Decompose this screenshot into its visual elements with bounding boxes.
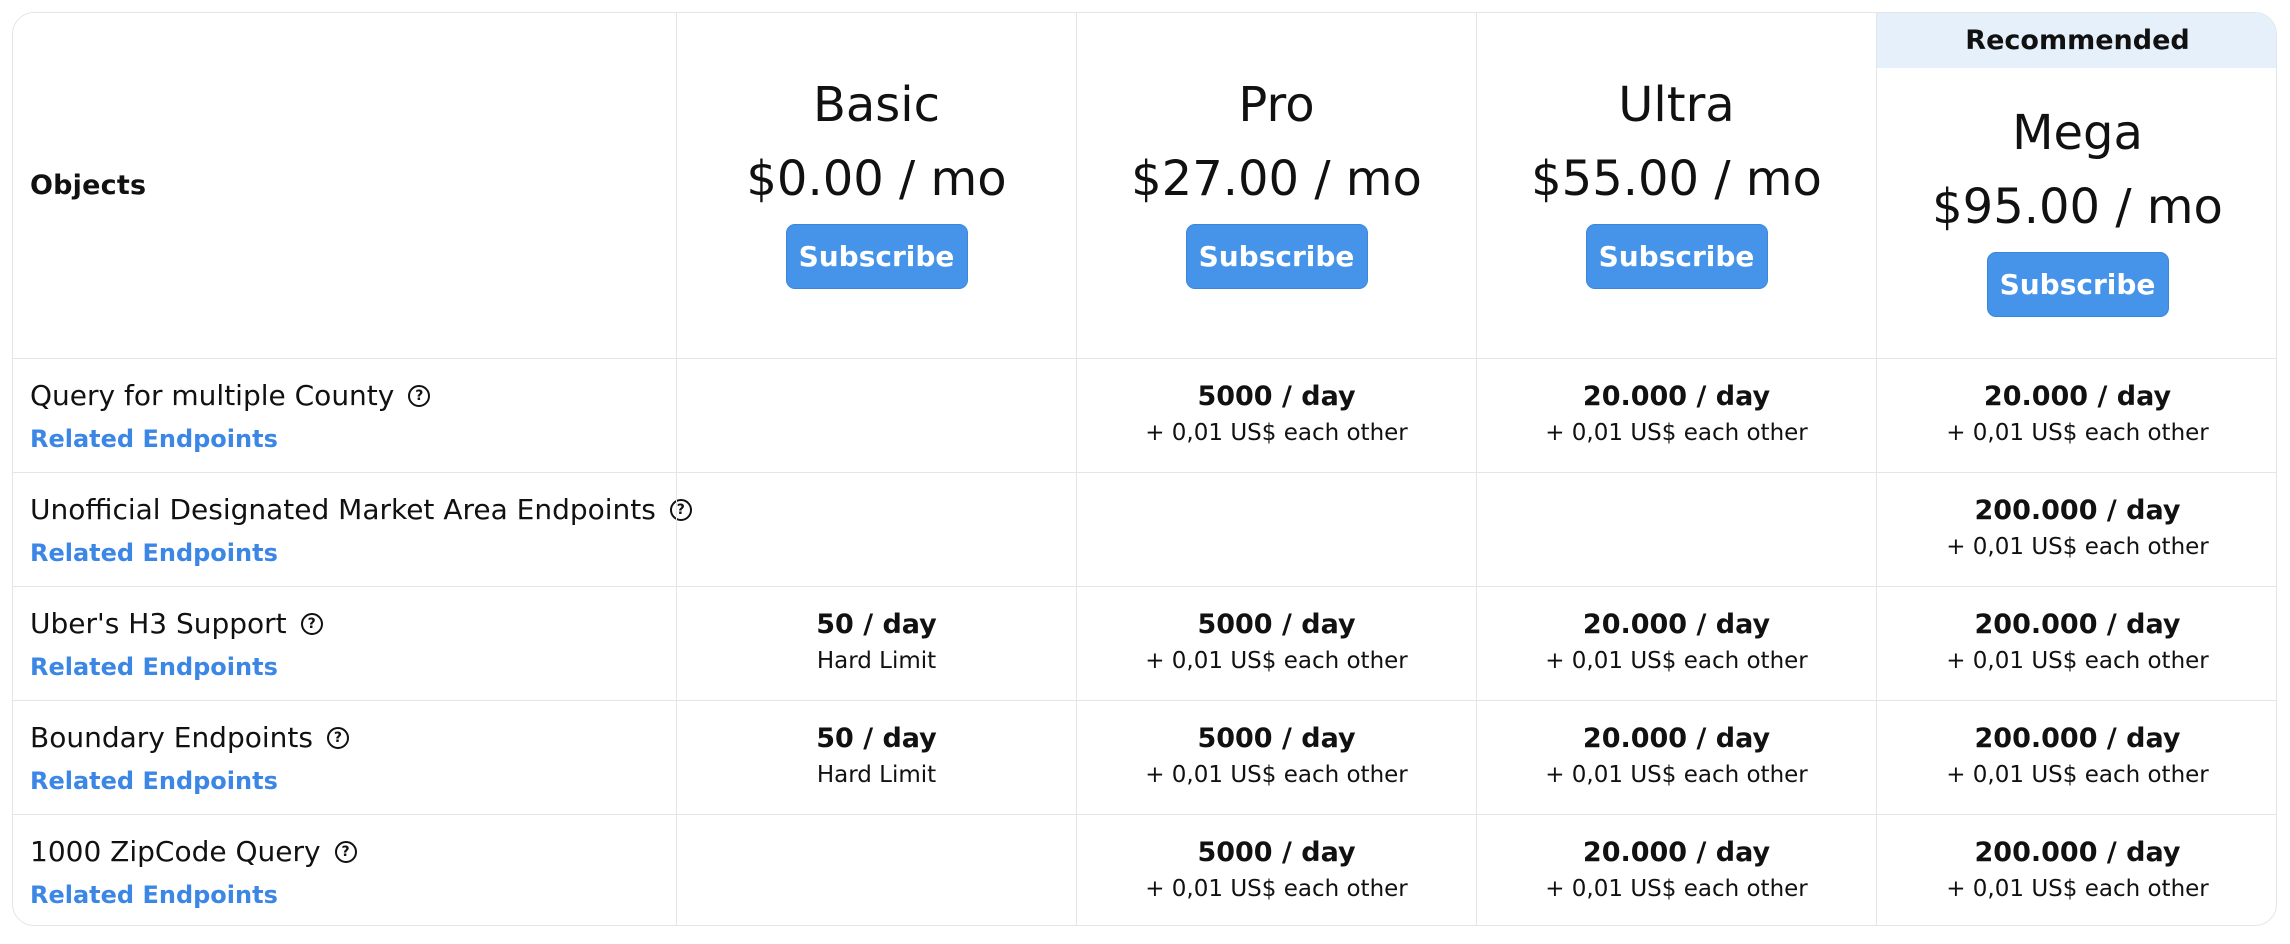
related-endpoints-link[interactable]: Related Endpoints xyxy=(30,539,278,567)
subscribe-ultra-button[interactable]: Subscribe xyxy=(1585,223,1768,289)
quota-cell: 20.000 / day + 0,01 US$ each other xyxy=(1476,815,1876,925)
objects-label: Objects xyxy=(30,170,147,201)
quota-overage: + 0,01 US$ each other xyxy=(1946,420,2209,446)
plan-price: $55.00 / mo xyxy=(1531,151,1822,207)
plan-name: Basic xyxy=(812,77,941,133)
quota-cell: 20.000 / day + 0,01 US$ each other xyxy=(1476,587,1876,700)
subscribe-pro-button[interactable]: Subscribe xyxy=(1185,223,1368,289)
plan-price: $0.00 / mo xyxy=(746,151,1007,207)
feature-name-cell: Unofficial Designated Market Area Endpoi… xyxy=(13,473,692,586)
quota-limit: 5000 / day xyxy=(1197,381,1356,412)
quota-overage: + 0,01 US$ each other xyxy=(1946,534,2209,560)
quota-cell: 200.000 / day + 0,01 US$ each other xyxy=(1876,587,2276,700)
feature-title: Uber's H3 Support? xyxy=(30,607,323,640)
quota-overage: + 0,01 US$ each other xyxy=(1545,420,1808,446)
quota-cell: 50 / day Hard Limit xyxy=(676,587,1076,700)
feature-name-cell: 1000 ZipCode Query? Related Endpoints xyxy=(13,815,676,925)
plan-pro: Pro $27.00 / mo Subscribe xyxy=(1076,13,1476,358)
plan-name: Pro xyxy=(1238,77,1315,133)
quota-cell: 200.000 / day + 0,01 US$ each other xyxy=(1876,473,2276,586)
quota-cell: 200.000 / day + 0,01 US$ each other xyxy=(1876,701,2276,814)
quota-overage: + 0,01 US$ each other xyxy=(1145,762,1408,788)
quota-limit: 20.000 / day xyxy=(1582,837,1771,868)
feature-title: Query for multiple County? xyxy=(30,379,431,412)
quota-limit: 200.000 / day xyxy=(1974,837,2181,868)
question-circle-icon[interactable]: ? xyxy=(334,840,357,863)
quota-cell: 20.000 / day + 0,01 US$ each other xyxy=(1476,359,1876,472)
feature-title: Boundary Endpoints? xyxy=(30,721,349,754)
related-endpoints-link[interactable]: Related Endpoints xyxy=(30,767,278,795)
quota-limit: 200.000 / day xyxy=(1974,495,2181,526)
pricing-table: Objects Basic $0.00 / mo Subscribe Pro $… xyxy=(12,12,2277,926)
quota-limit: 5000 / day xyxy=(1197,723,1356,754)
feature-title-text: Unofficial Designated Market Area Endpoi… xyxy=(30,493,656,526)
quota-cell xyxy=(676,473,1076,586)
quota-overage: + 0,01 US$ each other xyxy=(1946,648,2209,674)
subscribe-basic-button[interactable]: Subscribe xyxy=(785,223,968,289)
feature-name-cell: Query for multiple County? Related Endpoi… xyxy=(13,359,676,472)
quota-cell xyxy=(676,815,1076,925)
quota-overage: Hard Limit xyxy=(816,762,937,788)
quota-limit: 5000 / day xyxy=(1197,609,1356,640)
quota-overage: + 0,01 US$ each other xyxy=(1946,876,2209,902)
objects-header-cell: Objects xyxy=(13,13,676,358)
quota-overage: + 0,01 US$ each other xyxy=(1145,420,1408,446)
feature-row: 1000 ZipCode Query? Related Endpoints 5000… xyxy=(13,814,2276,925)
quota-cell: 20.000 / day + 0,01 US$ each other xyxy=(1876,359,2276,472)
quota-cell: 5000 / day + 0,01 US$ each other xyxy=(1076,701,1476,814)
quota-cell: 200.000 / day + 0,01 US$ each other xyxy=(1876,815,2276,925)
feature-row: Unofficial Designated Market Area Endpoi… xyxy=(13,472,2276,586)
feature-title: 1000 ZipCode Query? xyxy=(30,835,357,868)
quota-limit: 200.000 / day xyxy=(1974,609,2181,640)
quota-cell: 50 / day Hard Limit xyxy=(676,701,1076,814)
feature-row: Query for multiple County? Related Endpoi… xyxy=(13,358,2276,472)
quota-cell: 20.000 / day + 0,01 US$ each other xyxy=(1476,701,1876,814)
plan-header-row: Objects Basic $0.00 / mo Subscribe Pro $… xyxy=(13,13,2276,358)
quota-cell: 5000 / day + 0,01 US$ each other xyxy=(1076,815,1476,925)
question-circle-icon[interactable]: ? xyxy=(408,384,431,407)
feature-name-cell: Uber's H3 Support? Related Endpoints xyxy=(13,587,676,700)
plan-mega: Recommended Mega $95.00 / mo Subscribe xyxy=(1876,13,2276,358)
quota-overage: + 0,01 US$ each other xyxy=(1946,762,2209,788)
quota-overage: + 0,01 US$ each other xyxy=(1145,648,1408,674)
feature-name-cell: Boundary Endpoints? Related Endpoints xyxy=(13,701,676,814)
related-endpoints-link[interactable]: Related Endpoints xyxy=(30,653,278,681)
feature-title-text: Boundary Endpoints xyxy=(30,721,313,754)
subscribe-mega-button[interactable]: Subscribe xyxy=(1986,251,2169,317)
quota-limit: 20.000 / day xyxy=(1582,381,1771,412)
quota-cell xyxy=(1076,473,1476,586)
quota-limit: 50 / day xyxy=(816,609,937,640)
related-endpoints-link[interactable]: Related Endpoints xyxy=(30,881,278,909)
quota-limit: 20.000 / day xyxy=(1582,609,1771,640)
question-circle-icon[interactable]: ? xyxy=(326,726,349,749)
quota-limit: 200.000 / day xyxy=(1974,723,2181,754)
plan-price: $95.00 / mo xyxy=(1932,179,2223,235)
feature-row: Boundary Endpoints? Related Endpoints 50 /… xyxy=(13,700,2276,814)
feature-title-text: Uber's H3 Support xyxy=(30,607,287,640)
feature-row: Uber's H3 Support? Related Endpoints 50 / … xyxy=(13,586,2276,700)
quota-cell xyxy=(1476,473,1876,586)
quota-cell xyxy=(676,359,1076,472)
plan-basic: Basic $0.00 / mo Subscribe xyxy=(676,13,1076,358)
plan-ultra: Ultra $55.00 / mo Subscribe xyxy=(1476,13,1876,358)
quota-overage: + 0,01 US$ each other xyxy=(1145,876,1408,902)
plan-name: Mega xyxy=(2012,105,2143,161)
quota-overage: + 0,01 US$ each other xyxy=(1545,762,1808,788)
quota-overage: + 0,01 US$ each other xyxy=(1545,876,1808,902)
quota-overage: + 0,01 US$ each other xyxy=(1545,648,1808,674)
quota-limit: 5000 / day xyxy=(1197,837,1356,868)
quota-cell: 5000 / day + 0,01 US$ each other xyxy=(1076,359,1476,472)
feature-title: Unofficial Designated Market Area Endpoi… xyxy=(30,493,692,526)
plan-name: Ultra xyxy=(1618,77,1735,133)
related-endpoints-link[interactable]: Related Endpoints xyxy=(30,425,278,453)
quota-limit: 20.000 / day xyxy=(1983,381,2172,412)
feature-title-text: Query for multiple County xyxy=(30,379,395,412)
question-circle-icon[interactable]: ? xyxy=(300,612,323,635)
quota-cell: 5000 / day + 0,01 US$ each other xyxy=(1076,587,1476,700)
feature-title-text: 1000 ZipCode Query xyxy=(30,835,321,868)
quota-limit: 50 / day xyxy=(816,723,937,754)
quota-limit: 20.000 / day xyxy=(1582,723,1771,754)
quota-overage: Hard Limit xyxy=(816,648,937,674)
plan-price: $27.00 / mo xyxy=(1131,151,1422,207)
